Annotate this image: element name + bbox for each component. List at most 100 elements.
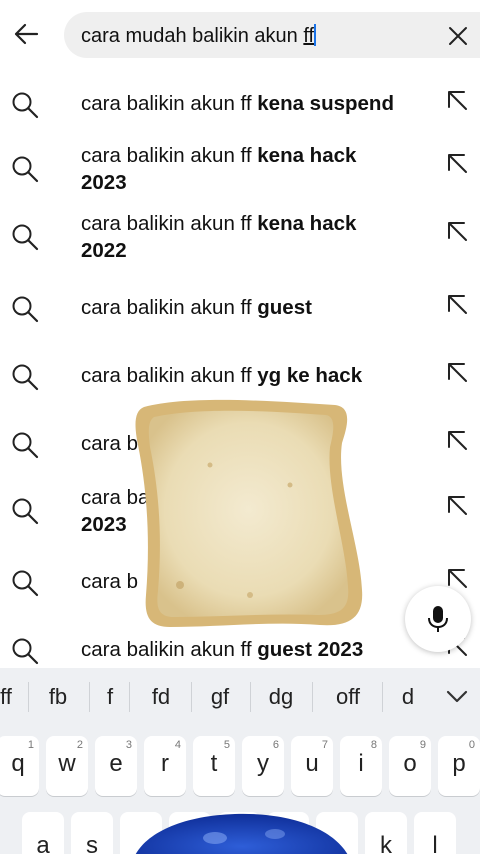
- key-letter: l: [432, 832, 438, 854]
- search-icon: [12, 364, 39, 391]
- suggestion-text: cara balikin akun ff kena hack 2022: [81, 210, 431, 264]
- voice-search-button[interactable]: [405, 586, 471, 652]
- suggestion-completion: guest 2023: [257, 638, 364, 661]
- arrow-up-left-icon[interactable]: [444, 218, 470, 244]
- arrow-up-left-icon[interactable]: [444, 427, 470, 453]
- search-icon: [12, 570, 39, 597]
- keyboard-suggestion-divider: [129, 682, 130, 712]
- key-letter: q: [11, 750, 25, 777]
- suggestion-prefix: cara balikin akun ff: [81, 296, 258, 319]
- suggestion-prefix: cara balikin akun ff: [81, 364, 258, 387]
- screen: cara mudah balikin akun ff cara balikin …: [0, 0, 480, 854]
- suggestion-completion-line2: 2022: [81, 239, 127, 262]
- suggestion-text: cara balikin akun ff kena hack 2023: [81, 142, 431, 196]
- mic-icon: [428, 606, 448, 632]
- keyboard-suggestion-divider: [382, 682, 383, 712]
- key-letter: r: [161, 750, 169, 777]
- suggestion-completion: kena hack: [257, 212, 357, 235]
- keyboard-suggestion-divider: [250, 682, 251, 712]
- key[interactable]: k: [365, 812, 407, 854]
- blue-sticker: [135, 813, 348, 854]
- suggestion-completion: kena hack: [257, 144, 357, 167]
- suggestion-item[interactable]: cara balikin akun ff kena hack 2023: [0, 136, 480, 202]
- keyboard-suggestion-chip[interactable]: fb: [33, 684, 83, 710]
- search-icon: [12, 296, 39, 323]
- keyboard-suggestion-chip[interactable]: ff: [0, 684, 31, 710]
- key[interactable]: 1q: [0, 736, 39, 796]
- close-icon: [449, 27, 467, 45]
- suggestion-text: cara balikin akun ff yg ke hack: [81, 362, 431, 389]
- key-letter: s: [86, 832, 98, 854]
- key[interactable]: l: [414, 812, 456, 854]
- arrow-up-left-icon[interactable]: [444, 492, 470, 518]
- key[interactable]: a: [22, 812, 64, 854]
- key[interactable]: 8i: [340, 736, 382, 796]
- suggestion-prefix: cara balikin akun ff: [81, 144, 258, 167]
- key[interactable]: 0p: [438, 736, 480, 796]
- suggestion-completion: yg ke hack: [257, 364, 363, 387]
- suggestion-completion: guest: [257, 296, 312, 319]
- search-icon: [12, 92, 39, 119]
- key[interactable]: 2w: [46, 736, 88, 796]
- key-letter: i: [358, 750, 364, 777]
- arrow-left-icon: [14, 23, 39, 45]
- key-letter: t: [210, 750, 218, 777]
- bread-sticker: [135, 399, 363, 627]
- search-input[interactable]: cara mudah balikin akun ff: [64, 12, 480, 58]
- keyboard-suggestion-divider: [312, 682, 313, 712]
- key[interactable]: 6y: [242, 736, 284, 796]
- suggestion-prefix: cara balikin akun ff: [81, 638, 258, 661]
- keyboard-suggestion-divider: [28, 682, 29, 712]
- keyboard-suggestion-chip[interactable]: off: [323, 684, 373, 710]
- search-icon: [12, 432, 39, 459]
- suggestion-item[interactable]: cara balikin akun ff kena hack 2022: [0, 204, 480, 270]
- suggestion-text: cara balikin akun ff guest: [81, 294, 431, 321]
- key-letter: y: [257, 750, 269, 777]
- keyboard-suggestion-chip[interactable]: fd: [136, 684, 186, 710]
- keyboard-suggestion-divider: [89, 682, 90, 712]
- key-letter: p: [452, 750, 466, 777]
- keyboard-suggestion-chip[interactable]: dg: [256, 684, 306, 710]
- chevron-down-icon: [446, 690, 468, 703]
- suggestion-item[interactable]: cara balikin akun ff guest: [0, 274, 480, 340]
- suggestion-prefix: cara balikin akun ff: [81, 212, 258, 235]
- back-button[interactable]: [6, 14, 46, 54]
- keyboard-suggestion-chip[interactable]: gf: [195, 684, 245, 710]
- key[interactable]: 7u: [291, 736, 333, 796]
- key-letter: k: [380, 832, 392, 854]
- arrow-up-left-icon[interactable]: [444, 359, 470, 385]
- search-icon: [12, 224, 39, 251]
- suggestion-text: cara balikin akun ff guest 2023: [81, 636, 431, 663]
- key-letter: e: [109, 750, 123, 777]
- suggestion-text: cara balikin akun ff kena suspend: [81, 90, 431, 117]
- arrow-up-left-icon[interactable]: [444, 150, 470, 176]
- suggestion-completion-line2: 2023: [81, 513, 127, 536]
- search-icon: [12, 498, 39, 525]
- arrow-up-left-icon[interactable]: [444, 87, 470, 113]
- key[interactable]: 9o: [389, 736, 431, 796]
- search-query: cara mudah balikin akun ff: [81, 24, 317, 48]
- keyboard-suggestion-divider: [191, 682, 192, 712]
- search-query-composing: ff: [303, 25, 315, 47]
- text-caret: [314, 24, 317, 46]
- key-letter: w: [58, 750, 76, 777]
- keyboard-suggestion-bar: ff fb f fd gf dg off d: [0, 668, 480, 726]
- arrow-up-left-icon[interactable]: [444, 291, 470, 317]
- keyboard-suggestion-chip[interactable]: f: [85, 684, 135, 710]
- clear-search-button[interactable]: [440, 18, 476, 54]
- suggestion-item[interactable]: cara balikin akun ff kena suspend: [0, 70, 480, 136]
- keyboard-collapse-button[interactable]: [442, 682, 472, 712]
- search-header: cara mudah balikin akun ff: [0, 0, 480, 70]
- key-letter: a: [36, 832, 50, 854]
- key[interactable]: 3e: [95, 736, 137, 796]
- key[interactable]: 4r: [144, 736, 186, 796]
- search-query-text: cara mudah balikin akun: [81, 25, 304, 47]
- keyboard-suggestion-chip[interactable]: d: [383, 684, 433, 710]
- key-letter: o: [403, 750, 417, 777]
- search-icon: [12, 156, 39, 183]
- key[interactable]: 5t: [193, 736, 235, 796]
- suggestion-completion: kena suspend: [257, 92, 394, 115]
- key-letter: u: [305, 750, 319, 777]
- key[interactable]: s: [71, 812, 113, 854]
- suggestion-prefix: cara balikin akun ff: [81, 92, 258, 115]
